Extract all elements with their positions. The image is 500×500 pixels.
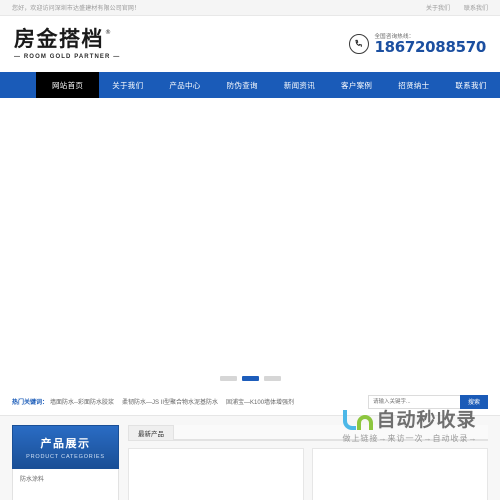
nav-item-home[interactable]: 网站首页: [36, 72, 100, 98]
product-categories-header: 产品展示 PRODUCT CATEGORIES: [12, 425, 119, 469]
logo-tagline: — ROOM GOLD PARTNER —: [14, 53, 121, 60]
hot-keywords-label: 热门关键词：: [12, 400, 49, 406]
carousel-dot-1[interactable]: [219, 376, 237, 381]
hotline-block: 全国咨询热线： 18672088570: [349, 32, 486, 56]
main-panel: 最新产品: [128, 425, 488, 500]
carousel-dot-2[interactable]: [241, 376, 259, 381]
sidebar: 产品展示 PRODUCT CATEGORIES 防水涂料: [12, 425, 119, 500]
product-card-1[interactable]: [128, 448, 304, 500]
product-grid: [128, 441, 488, 500]
nav-item-careers[interactable]: 招贤纳士: [385, 72, 442, 98]
search-form: 搜索: [368, 394, 488, 409]
carousel-indicators: [0, 376, 500, 381]
product-tabs: 最新产品: [128, 425, 488, 441]
top-link-contact[interactable]: 联系我们: [464, 3, 488, 12]
welcome-message: 您好，欢迎访问深圳市达盛建材有限公司官网！: [12, 6, 141, 12]
registered-mark-icon: ®: [105, 28, 113, 36]
main-navigation: 网站首页 关于我们 产品中心 防伪查询 新闻资讯 客户案例 招贤纳士 联系我们: [0, 72, 500, 98]
search-input[interactable]: [368, 394, 460, 409]
sidebar-subtitle: PRODUCT CATEGORIES: [26, 453, 105, 460]
nav-item-products[interactable]: 产品中心: [156, 72, 213, 98]
hot-keyword-1[interactable]: 墙面防水--彩面防水胶浆: [50, 397, 114, 406]
telephone-icon: [349, 34, 370, 54]
hot-keywords: 热门关键词： 墙面防水--彩面防水胶浆 柔韧防水—JS II型聚合物水泥基防水 …: [12, 397, 302, 406]
carousel-dot-3[interactable]: [263, 376, 281, 381]
hot-keyword-3[interactable]: 固浦宝—K100墙体增强剂: [226, 397, 294, 406]
top-links: 关于我们 联系我们: [426, 3, 488, 12]
nav-item-news[interactable]: 新闻资讯: [271, 72, 328, 98]
keyword-search-bar: 热门关键词： 墙面防水--彩面防水胶浆 柔韧防水—JS II型聚合物水泥基防水 …: [0, 388, 500, 416]
hotline-number: 18672088570: [374, 38, 486, 57]
logo-text: 房金搭档: [14, 26, 104, 51]
hot-keyword-2[interactable]: 柔韧防水—JS II型聚合物水泥基防水: [122, 397, 218, 406]
tab-latest-products[interactable]: 最新产品: [128, 425, 174, 440]
hero-banner-carousel[interactable]: [0, 98, 500, 388]
top-utility-bar: 您好，欢迎访问深圳市达盛建材有限公司官网！ 关于我们 联系我们: [0, 0, 500, 16]
hotline-text: 全国咨询热线： 18672088570: [374, 32, 486, 56]
tabs-filler: [174, 425, 488, 440]
nav-item-about[interactable]: 关于我们: [99, 72, 156, 98]
logo-wordmark: 房金搭档 ®: [14, 26, 113, 51]
nav-item-contact[interactable]: 联系我们: [442, 72, 499, 98]
logo[interactable]: 房金搭档 ® — ROOM GOLD PARTNER —: [14, 26, 121, 60]
top-link-about[interactable]: 关于我们: [426, 3, 450, 12]
nav-item-cases[interactable]: 客户案例: [328, 72, 385, 98]
sidebar-item-waterproof-coating[interactable]: 防水涂料: [20, 474, 111, 486]
site-header: 房金搭档 ® — ROOM GOLD PARTNER — 全国咨询热线： 186…: [0, 16, 500, 72]
product-card-2[interactable]: [312, 448, 488, 500]
sidebar-title: 产品展示: [40, 437, 91, 450]
nav-item-anti-counterfeit[interactable]: 防伪查询: [214, 72, 271, 98]
product-categories-list: 防水涂料: [12, 469, 119, 500]
search-button[interactable]: 搜索: [460, 394, 488, 409]
content-area: 产品展示 PRODUCT CATEGORIES 防水涂料 最新产品 自动秒收录 …: [0, 410, 500, 500]
